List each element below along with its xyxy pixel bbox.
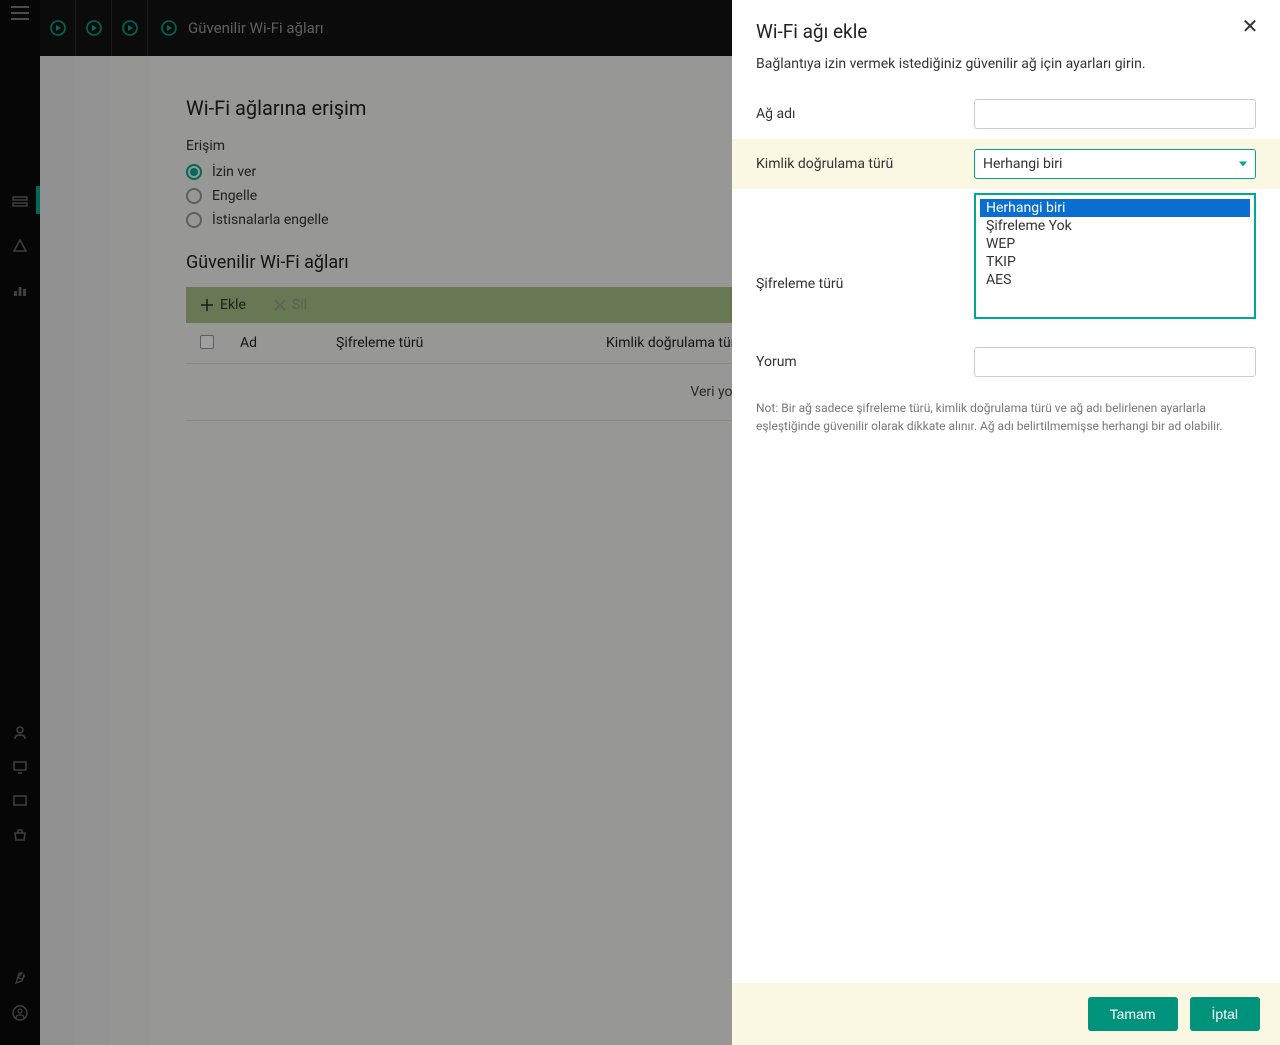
panel-footer: Tamam İptal — [732, 983, 1280, 1045]
row-auth-type: Kimlik doğrulama türü Herhangi biri Herh… — [732, 139, 1280, 189]
close-icon[interactable]: ✕ — [1238, 14, 1262, 38]
label-encryption-type: Şifreleme türü — [756, 276, 974, 292]
cancel-button[interactable]: İptal — [1190, 997, 1260, 1031]
comment-input[interactable] — [974, 347, 1256, 377]
auth-type-select[interactable]: Herhangi biri — [974, 149, 1256, 179]
auth-option-wep[interactable]: WEP — [980, 235, 1250, 253]
panel-title: Wi-Fi ağı ekle — [756, 20, 1256, 43]
auth-type-selected: Herhangi biri — [983, 156, 1062, 172]
row-network-name: Ağ adı — [732, 89, 1280, 139]
panel-note: Not: Bir ağ sadece şifreleme türü, kimli… — [732, 387, 1280, 447]
label-auth-type: Kimlik doğrulama türü — [756, 156, 974, 172]
panel-description: Bağlantıya izin vermek istediğiniz güven… — [756, 55, 1256, 75]
auth-option-none[interactable]: Şifreleme Yok — [980, 217, 1250, 235]
add-wifi-panel: Wi-Fi ağı ekle Bağlantıya izin vermek is… — [732, 0, 1280, 1045]
label-comment: Yorum — [756, 354, 974, 370]
label-network-name: Ağ adı — [756, 106, 974, 122]
ok-button[interactable]: Tamam — [1088, 997, 1178, 1031]
auth-option-any[interactable]: Herhangi biri — [980, 199, 1250, 217]
network-name-input[interactable] — [974, 99, 1256, 129]
row-comment: Yorum — [732, 337, 1280, 387]
chevron-down-icon — [1239, 161, 1247, 166]
auth-option-aes[interactable]: AES — [980, 271, 1250, 289]
auth-type-dropdown: Herhangi biri Şifreleme Yok WEP TKIP AES — [974, 193, 1256, 319]
auth-option-tkip[interactable]: TKIP — [980, 253, 1250, 271]
